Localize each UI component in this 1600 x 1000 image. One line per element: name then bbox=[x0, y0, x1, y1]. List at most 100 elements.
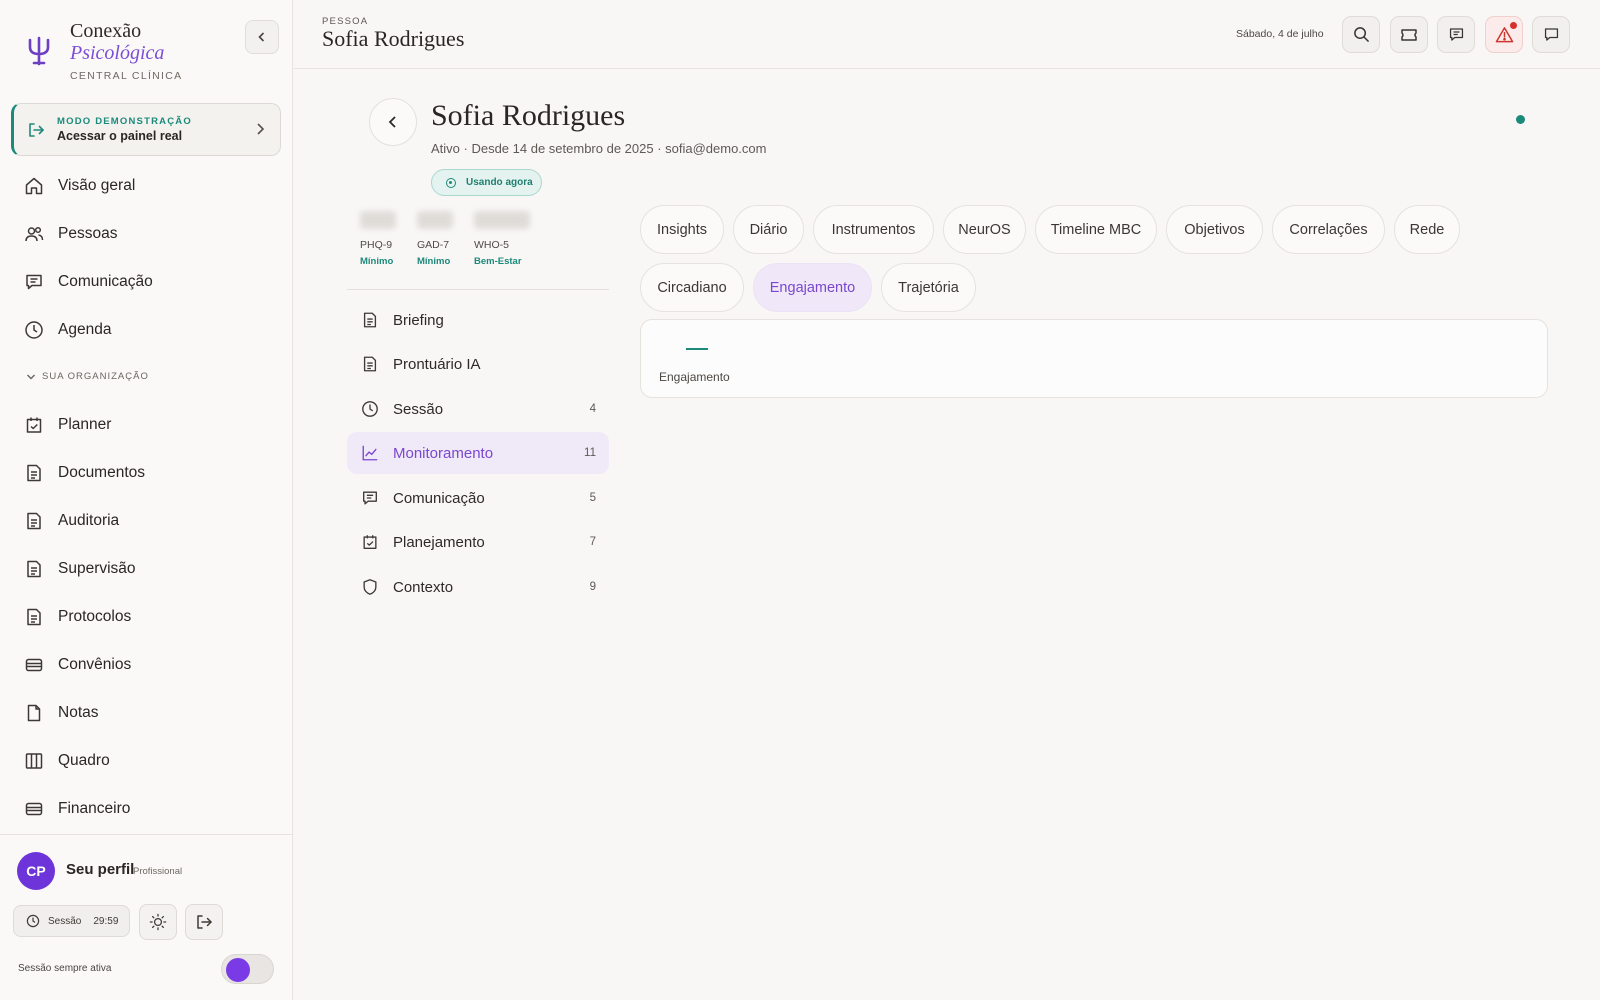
clock-icon bbox=[26, 914, 40, 928]
score-level: Mínimo bbox=[417, 256, 451, 267]
tab-engajamento[interactable]: Engajamento bbox=[753, 263, 872, 312]
legend-label: Engajamento bbox=[659, 370, 730, 384]
tab-objetivos[interactable]: Objetivos bbox=[1166, 205, 1263, 254]
nav-item-visao-geral[interactable]: Visão geral bbox=[24, 171, 135, 201]
online-status-dot bbox=[1516, 115, 1525, 124]
section-count: 9 bbox=[589, 581, 596, 593]
avatar[interactable]: CP bbox=[17, 852, 55, 890]
chevron-left-icon bbox=[388, 116, 396, 128]
calendar-check-icon bbox=[26, 417, 42, 433]
nav-item-label: Documentos bbox=[58, 464, 146, 481]
psi-logo-icon bbox=[28, 36, 50, 66]
section-count: 11 bbox=[584, 447, 596, 459]
tab-correlacoes[interactable]: Correlações bbox=[1272, 205, 1385, 254]
nav-item-notas[interactable]: Notas bbox=[24, 698, 99, 728]
section-monitoramento[interactable]: Monitoramento 11 bbox=[347, 432, 609, 474]
nav-item-label: Convênios bbox=[58, 656, 132, 673]
nav-item-documentos[interactable]: Documentos bbox=[24, 458, 145, 488]
divider bbox=[347, 289, 609, 290]
profile-name[interactable]: Seu perfil bbox=[66, 861, 134, 878]
feedback-button[interactable] bbox=[1532, 16, 1570, 53]
nav-item-label: Visão geral bbox=[58, 177, 136, 194]
score-who5[interactable]: WHO-5 Bem-Estar bbox=[474, 211, 530, 267]
nav-item-label: Quadro bbox=[58, 752, 110, 769]
document-icon bbox=[363, 356, 377, 372]
session-timer[interactable]: Sessão 29:59 bbox=[13, 905, 130, 937]
nav-item-label: Comunicação bbox=[58, 273, 153, 290]
tab-circadiano[interactable]: Circadiano bbox=[640, 263, 744, 312]
score-level: Bem-Estar bbox=[474, 256, 522, 267]
score-gad7[interactable]: GAD-7 Mínimo bbox=[417, 211, 453, 267]
nav-item-label: Notas bbox=[58, 704, 99, 721]
demo-mode-card[interactable]: MODO DEMONSTRAÇÃO Acessar o painel real bbox=[11, 103, 281, 156]
org-section-label: SUA ORGANIZAÇÃO bbox=[42, 371, 149, 382]
messages-button[interactable] bbox=[1437, 16, 1475, 53]
collapse-sidebar-button[interactable] bbox=[245, 20, 279, 54]
logout-button[interactable] bbox=[185, 904, 223, 940]
profile-role: Profissional bbox=[133, 866, 183, 877]
nav-item-auditoria[interactable]: Auditoria bbox=[24, 506, 119, 536]
nav-item-financeiro[interactable]: Financeiro bbox=[24, 794, 130, 824]
nav-item-quadro[interactable]: Quadro bbox=[24, 746, 110, 776]
nav-item-label: Planner bbox=[58, 416, 112, 433]
section-label: Briefing bbox=[393, 311, 444, 329]
tab-insights[interactable]: Insights bbox=[640, 205, 724, 254]
message-square-icon bbox=[1544, 28, 1558, 41]
brand-subtitle: CENTRAL CLÍNICA bbox=[70, 70, 183, 82]
card-icon bbox=[25, 658, 43, 672]
back-button[interactable] bbox=[369, 98, 417, 146]
section-contexto[interactable]: Contexto 9 bbox=[347, 566, 609, 608]
nav-item-supervisao[interactable]: Supervisão bbox=[24, 554, 136, 584]
section-comunicacao[interactable]: Comunicação 5 bbox=[347, 477, 609, 519]
section-sessao[interactable]: Sessão 4 bbox=[347, 388, 609, 430]
score-value-blurred bbox=[417, 211, 453, 229]
section-count: 4 bbox=[589, 403, 596, 415]
always-active-toggle[interactable] bbox=[221, 954, 274, 984]
home-icon bbox=[25, 177, 43, 195]
score-level: Mínimo bbox=[360, 256, 394, 267]
nav-item-agenda[interactable]: Agenda bbox=[24, 315, 111, 345]
top-header: PESSOA Sofia Rodrigues Sábado, 4 de julh… bbox=[294, 0, 1600, 69]
tab-rede[interactable]: Rede bbox=[1394, 205, 1460, 254]
ticket-button[interactable] bbox=[1390, 16, 1428, 53]
section-count: 7 bbox=[589, 536, 596, 548]
brand-name-line1: Conexão bbox=[70, 20, 142, 42]
chevron-left-icon bbox=[258, 32, 265, 42]
always-active-label: Sessão sempre ativa bbox=[18, 963, 112, 974]
search-button[interactable] bbox=[1342, 16, 1380, 53]
brand-logo[interactable]: Conexão Psicológica CENTRAL CLÍNICA bbox=[26, 20, 182, 82]
section-briefing[interactable]: Briefing bbox=[347, 299, 609, 341]
section-planejamento[interactable]: Planejamento 7 bbox=[347, 521, 609, 563]
theme-toggle-button[interactable] bbox=[139, 904, 177, 940]
tab-timeline-mbc[interactable]: Timeline MBC bbox=[1035, 205, 1157, 254]
score-value-blurred bbox=[360, 211, 396, 229]
logout-icon bbox=[197, 915, 212, 929]
alerts-button[interactable] bbox=[1485, 16, 1523, 53]
tab-neuros[interactable]: NeurOS bbox=[943, 205, 1026, 254]
brand-name-line2: Psicológica bbox=[70, 42, 165, 64]
document-icon bbox=[27, 512, 41, 530]
org-section-toggle[interactable]: SUA ORGANIZAÇÃO bbox=[26, 371, 149, 382]
nav-item-comunicacao[interactable]: Comunicação bbox=[24, 267, 153, 297]
file-icon bbox=[27, 704, 41, 722]
score-label: GAD-7 bbox=[417, 239, 450, 251]
section-prontuario-ia[interactable]: Prontuário IA bbox=[347, 343, 609, 385]
exit-icon bbox=[29, 122, 44, 137]
tab-instrumentos[interactable]: Instrumentos bbox=[813, 205, 934, 254]
nav-item-label: Financeiro bbox=[58, 800, 131, 817]
section-label: Planejamento bbox=[393, 533, 485, 551]
nav-item-protocolos[interactable]: Protocolos bbox=[24, 602, 131, 632]
tab-diario[interactable]: Diário bbox=[733, 205, 804, 254]
chat-icon bbox=[1449, 28, 1463, 41]
nav-item-planner[interactable]: Planner bbox=[24, 410, 111, 440]
chat-icon bbox=[26, 274, 42, 290]
document-icon bbox=[27, 608, 41, 626]
people-icon bbox=[25, 226, 44, 242]
status-badge: Usando agora bbox=[431, 169, 542, 196]
nav-item-convenios[interactable]: Convênios bbox=[24, 650, 131, 680]
score-phq9[interactable]: PHQ-9 Mínimo bbox=[360, 211, 396, 267]
tab-trajetoria[interactable]: Trajetória bbox=[881, 263, 976, 312]
nav-item-label: Supervisão bbox=[58, 560, 136, 577]
nav-item-pessoas[interactable]: Pessoas bbox=[24, 219, 117, 249]
header-date: Sábado, 4 de julho bbox=[1236, 28, 1324, 40]
